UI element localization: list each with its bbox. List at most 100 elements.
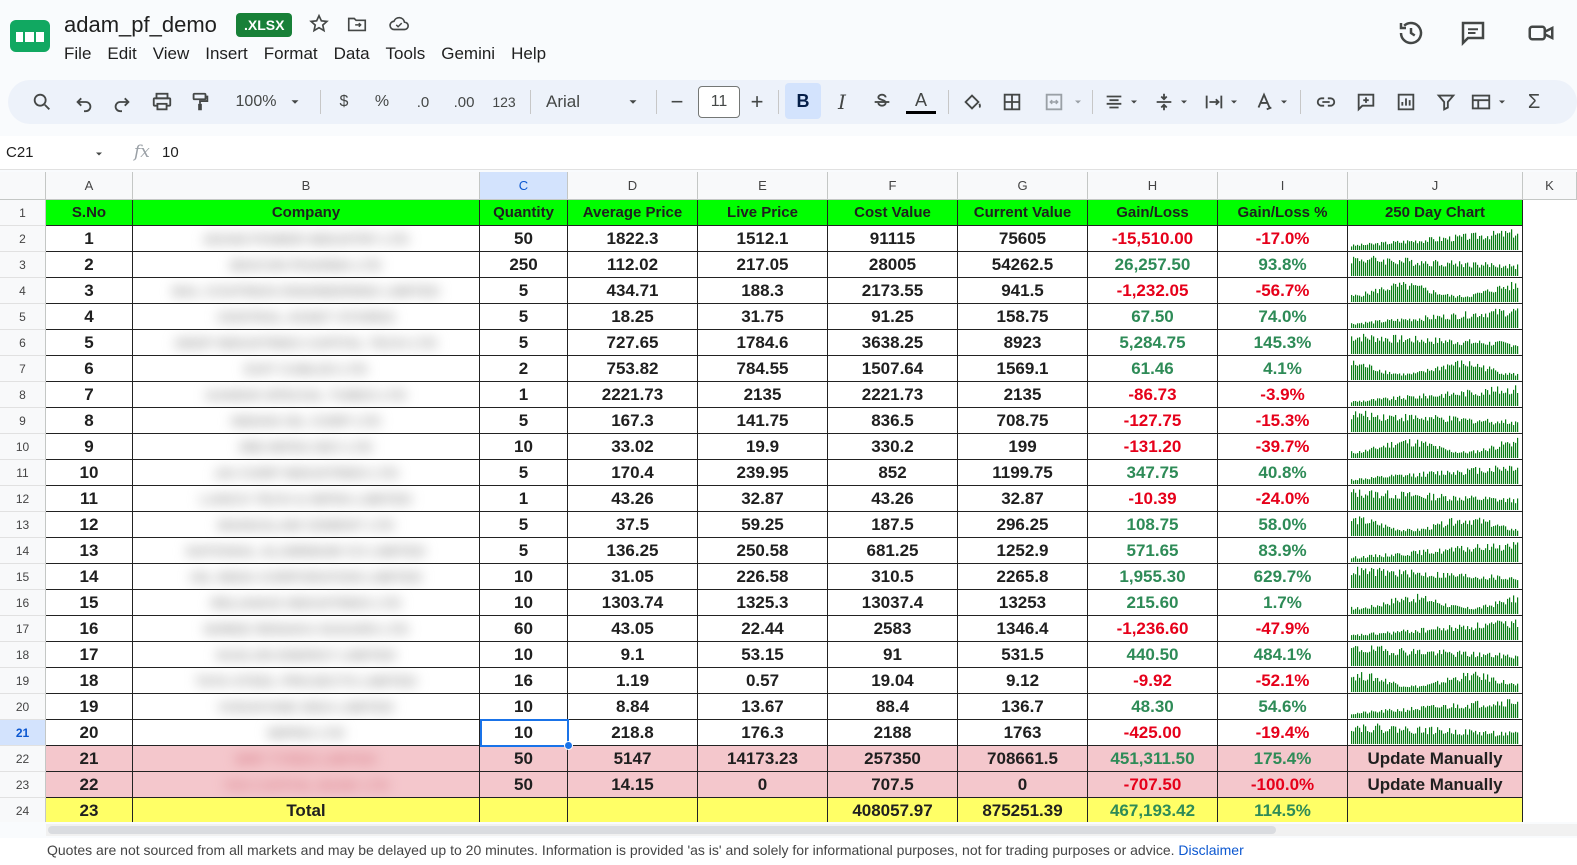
valign-chevron-down-icon[interactable] <box>1178 90 1190 114</box>
functions-button[interactable]: Σ <box>1524 90 1544 114</box>
cell-sno[interactable]: 9 <box>46 434 133 460</box>
cell-current-value[interactable]: 1252.9 <box>958 538 1088 564</box>
cell-gain-loss[interactable]: 1,955.30 <box>1088 564 1218 590</box>
cell-live-price[interactable]: 53.15 <box>698 642 828 668</box>
cell-gain-loss[interactable]: 67.50 <box>1088 304 1218 330</box>
cell-company[interactable]: MRF TYRES LIMITED <box>133 746 480 772</box>
cell-gain-loss-percent[interactable]: 40.8% <box>1218 460 1348 486</box>
cell-gain-loss-percent[interactable]: -19.4% <box>1218 720 1348 746</box>
cell-gain-loss[interactable]: 571.65 <box>1088 538 1218 564</box>
cell-gain-loss-percent[interactable]: -15.3% <box>1218 408 1348 434</box>
cell-current-value[interactable]: 1763 <box>958 720 1088 746</box>
cell-quantity[interactable]: 2 <box>480 356 568 382</box>
column-header-e[interactable]: E <box>698 172 828 200</box>
wrap-chevron-down-icon[interactable] <box>1228 90 1240 114</box>
cell-sno[interactable]: 1 <box>46 226 133 252</box>
filter-icon[interactable] <box>1434 90 1458 114</box>
cell-live-price[interactable]: 31.75 <box>698 304 828 330</box>
menu-tools[interactable]: Tools <box>378 42 434 66</box>
cell-current-value[interactable]: 54262.5 <box>958 252 1088 278</box>
cell-average-price[interactable]: 753.82 <box>568 356 698 382</box>
cell-company[interactable]: MANGALAM CEMENT LTD <box>133 512 480 538</box>
cell-sno[interactable]: 16 <box>46 616 133 642</box>
cell-current-value[interactable]: 1199.75 <box>958 460 1088 486</box>
sheets-logo-icon[interactable] <box>10 20 50 52</box>
cell-cost-value[interactable]: 330.2 <box>828 434 958 460</box>
row-header-5[interactable]: 5 <box>0 304 46 330</box>
header-company[interactable]: Company <box>133 200 480 226</box>
row-header-3[interactable]: 3 <box>0 252 46 278</box>
cell-250-day-chart[interactable] <box>1348 330 1523 356</box>
row-header-19[interactable]: 19 <box>0 668 46 694</box>
total-current-value[interactable]: 875251.39 <box>958 798 1088 822</box>
cell-current-value[interactable]: 136.7 <box>958 694 1088 720</box>
cell-cost-value[interactable]: 836.5 <box>828 408 958 434</box>
cell-sno[interactable]: 19 <box>46 694 133 720</box>
cell-gain-loss[interactable]: -1,236.60 <box>1088 616 1218 642</box>
cell-average-price[interactable]: 33.02 <box>568 434 698 460</box>
cell-gain-loss[interactable]: -1,232.05 <box>1088 278 1218 304</box>
cell-gain-loss-percent[interactable]: -17.0% <box>1218 226 1348 252</box>
cell-average-price[interactable]: 727.65 <box>568 330 698 356</box>
cell-sno[interactable]: 20 <box>46 720 133 746</box>
cell-quantity[interactable]: 10 <box>480 642 568 668</box>
cell-average-price[interactable]: 18.25 <box>568 304 698 330</box>
cell-current-value[interactable]: 708.75 <box>958 408 1088 434</box>
cell-quantity[interactable]: 10 <box>480 694 568 720</box>
cell-250-day-chart[interactable] <box>1348 278 1523 304</box>
total-quantity[interactable] <box>480 798 568 822</box>
menu-gemini[interactable]: Gemini <box>433 42 503 66</box>
column-header-j[interactable]: J <box>1348 172 1523 200</box>
cell-sno[interactable]: 6 <box>46 356 133 382</box>
paint-format-icon[interactable] <box>188 90 212 114</box>
zoom-chevron-down-icon[interactable] <box>288 90 302 114</box>
cell-gain-loss-percent[interactable]: 629.7% <box>1218 564 1348 590</box>
total-cost-value[interactable]: 408057.97 <box>828 798 958 822</box>
header-current-value[interactable]: Current Value <box>958 200 1088 226</box>
total-live-price[interactable] <box>698 798 828 822</box>
cell-quantity[interactable]: 10 <box>480 564 568 590</box>
cell-company[interactable]: YES CAPITAL BANK LTD <box>133 772 480 798</box>
cell-company[interactable]: GANDHI SPECIAL TUBES LTD <box>133 382 480 408</box>
row-header-11[interactable]: 11 <box>0 460 46 486</box>
cell-quantity[interactable]: 250 <box>480 252 568 278</box>
cell-quantity[interactable]: 5 <box>480 460 568 486</box>
cell-gain-loss-percent[interactable]: 58.0% <box>1218 512 1348 538</box>
total-average-price[interactable] <box>568 798 698 822</box>
italic-button[interactable]: I <box>832 90 852 114</box>
cell-cost-value[interactable]: 28005 <box>828 252 958 278</box>
cell-250-day-chart[interactable] <box>1348 486 1523 512</box>
cell-gain-loss[interactable]: 215.60 <box>1088 590 1218 616</box>
cell-quantity[interactable]: 10 <box>480 590 568 616</box>
cell-gain-loss[interactable]: 48.30 <box>1088 694 1218 720</box>
cell-average-price[interactable]: 434.71 <box>568 278 698 304</box>
cell-live-price[interactable]: 1512.1 <box>698 226 828 252</box>
cell-live-price[interactable]: 2135 <box>698 382 828 408</box>
cell-cost-value[interactable]: 1507.64 <box>828 356 958 382</box>
cell-gain-loss-percent[interactable]: -52.1% <box>1218 668 1348 694</box>
row-header-14[interactable]: 14 <box>0 538 46 564</box>
cell-average-price[interactable]: 43.26 <box>568 486 698 512</box>
cell-sno[interactable]: 5 <box>46 330 133 356</box>
decrease-font-size-button[interactable]: − <box>668 89 686 114</box>
cell-company[interactable]: JAI CORP INDUSTRIES LTD <box>133 460 480 486</box>
cell-sno[interactable]: 2 <box>46 252 133 278</box>
cell-250-day-chart[interactable] <box>1348 512 1523 538</box>
row-header-24[interactable]: 24 <box>0 798 46 822</box>
cell-live-price[interactable]: 176.3 <box>698 720 828 746</box>
comments-icon[interactable] <box>1458 18 1488 48</box>
column-header-k[interactable]: K <box>1523 172 1577 200</box>
fill-handle[interactable] <box>564 741 573 750</box>
cell-250-day-chart[interactable] <box>1348 356 1523 382</box>
format-currency-button[interactable]: $ <box>334 90 354 114</box>
cell-company[interactable]: BIOCON PHARMA LTD <box>133 252 480 278</box>
cell-live-price[interactable]: 0 <box>698 772 828 798</box>
cell-company[interactable]: OIL INDIA CORPORATION LIMITED <box>133 564 480 590</box>
cell-quantity[interactable]: 5 <box>480 330 568 356</box>
menu-insert[interactable]: Insert <box>197 42 256 66</box>
cell-250-day-chart[interactable] <box>1348 642 1523 668</box>
cell-gain-loss[interactable]: -131.20 <box>1088 434 1218 460</box>
cell-gain-loss-percent[interactable]: 54.6% <box>1218 694 1348 720</box>
column-header-i[interactable]: I <box>1218 172 1348 200</box>
cell-sno[interactable]: 21 <box>46 746 133 772</box>
